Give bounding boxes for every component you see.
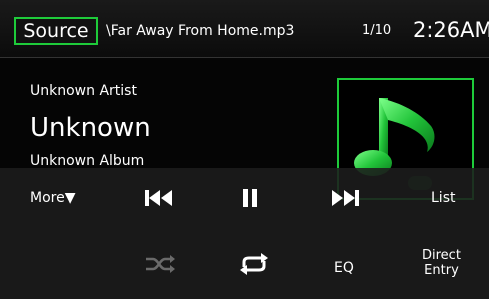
direct-entry-line1: Direct bbox=[422, 248, 461, 263]
more-button[interactable]: More▼ bbox=[30, 188, 75, 208]
list-button[interactable]: List bbox=[431, 188, 455, 208]
track-index: 1/10 bbox=[362, 23, 392, 38]
previous-track-icon bbox=[145, 190, 172, 206]
shuffle-button[interactable] bbox=[142, 250, 178, 278]
song-title: Unknown bbox=[30, 113, 151, 143]
transport-row: More▼ List bbox=[0, 168, 489, 228]
previous-track-button[interactable] bbox=[143, 185, 175, 211]
direct-entry-button[interactable]: Direct Entry bbox=[422, 248, 461, 278]
divider bbox=[0, 57, 489, 58]
direct-entry-line2: Entry bbox=[424, 263, 459, 278]
next-track-button[interactable] bbox=[329, 185, 361, 211]
pause-icon bbox=[243, 189, 257, 207]
clock: 2:26AM bbox=[413, 18, 489, 42]
repeat-icon bbox=[240, 253, 268, 275]
artist-label: Unknown Artist bbox=[30, 83, 137, 99]
control-panel: More▼ List EQ Direct Entry bbox=[0, 168, 489, 299]
source-button[interactable]: Source bbox=[14, 17, 98, 45]
eq-button[interactable]: EQ bbox=[334, 258, 354, 278]
repeat-button[interactable] bbox=[236, 250, 272, 278]
media-player-screen: Source \Far Away From Home.mp3 1/10 2:26… bbox=[0, 0, 489, 299]
status-bar: Source \Far Away From Home.mp3 1/10 2:26… bbox=[0, 0, 489, 58]
next-track-icon bbox=[332, 190, 359, 206]
shuffle-icon bbox=[146, 255, 175, 273]
pause-button[interactable] bbox=[236, 185, 264, 211]
track-filename: \Far Away From Home.mp3 bbox=[106, 23, 295, 39]
